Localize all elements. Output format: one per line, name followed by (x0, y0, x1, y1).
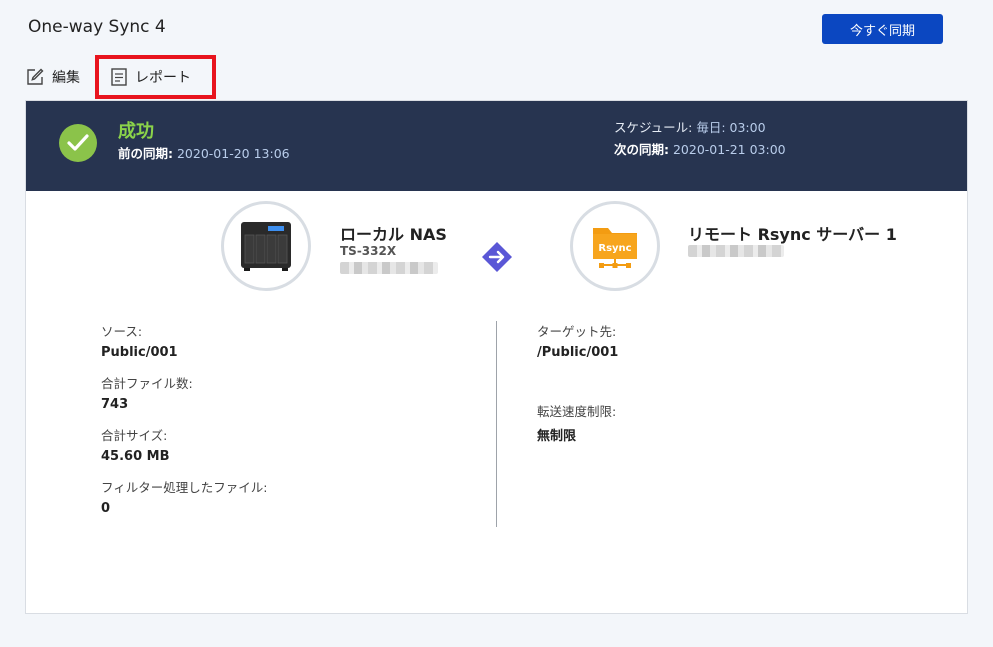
schedule-label: スケジュール: (614, 120, 693, 135)
schedule-value: 毎日: 03:00 (696, 120, 766, 135)
toolbar: 編集 (26, 64, 96, 90)
source-device-ip-redacted (340, 262, 438, 274)
speed-limit: 転送速度制限: 無制限 (537, 401, 616, 444)
target-device-avatar: Rsync (570, 201, 660, 291)
edit-label: 編集 (52, 70, 80, 86)
rsync-folder-icon: Rsync (593, 228, 637, 268)
status-text: 成功 (118, 121, 154, 142)
next-sync-label: 次の同期: (614, 142, 669, 157)
target-device-ip-redacted (688, 245, 784, 257)
last-sync-value: 2020-01-20 13:06 (176, 146, 290, 161)
source-device-avatar (221, 201, 311, 291)
source-path-label: ソース: (101, 324, 143, 339)
total-size-value: 45.60 MB (101, 449, 170, 464)
success-check-icon (59, 124, 97, 162)
edit-button[interactable]: 編集 (26, 67, 96, 87)
document-icon (111, 68, 127, 86)
report-label: レポート (135, 70, 191, 86)
total-size: 合計サイズ: 45.60 MB (101, 425, 170, 464)
job-title: One-way Sync 4 (28, 17, 166, 37)
target-device-name: リモート Rsync サーバー 1 (688, 225, 897, 244)
next-sync: 次の同期: 2020-01-21 03:00 (614, 139, 786, 158)
next-sync-value: 2020-01-21 03:00 (672, 142, 786, 157)
source-path: ソース: Public/001 (101, 321, 178, 360)
total-size-label: 合計サイズ: (101, 428, 168, 443)
total-files: 合計ファイル数: 743 (101, 373, 193, 412)
last-sync: 前の同期: 2020-01-20 13:06 (118, 143, 290, 162)
rsync-icon-label: Rsync (598, 243, 631, 254)
source-path-value: Public/001 (101, 345, 178, 360)
source-device-model: TS-332X (340, 244, 397, 258)
target-path: ターゲット先: /Public/001 (537, 321, 618, 360)
status-banner: 成功 前の同期: 2020-01-20 13:06 スケジュール: 毎日: 03… (26, 101, 967, 191)
last-sync-label: 前の同期: (118, 146, 173, 161)
total-files-value: 743 (101, 397, 129, 412)
speed-limit-value: 無制限 (537, 429, 577, 444)
target-path-label: ターゲット先: (537, 324, 617, 339)
total-files-label: 合計ファイル数: (101, 376, 193, 391)
filtered-files-label: フィルター処理したファイル: (101, 480, 268, 495)
edit-icon (27, 68, 44, 85)
nas-device-icon (241, 222, 291, 271)
column-divider (496, 321, 497, 527)
sync-job-card: 成功 前の同期: 2020-01-20 13:06 スケジュール: 毎日: 03… (25, 100, 968, 614)
sync-direction-icon (482, 242, 512, 272)
sync-now-button[interactable]: 今すぐ同期 (822, 14, 943, 44)
schedule: スケジュール: 毎日: 03:00 (614, 117, 766, 136)
target-path-value: /Public/001 (537, 345, 619, 360)
filtered-files: フィルター処理したファイル: 0 (101, 477, 267, 516)
report-button[interactable]: レポート (111, 64, 191, 90)
source-device-name: ローカル NAS (340, 225, 447, 244)
speed-limit-label: 転送速度制限: (537, 404, 617, 419)
filtered-files-value: 0 (101, 501, 111, 516)
